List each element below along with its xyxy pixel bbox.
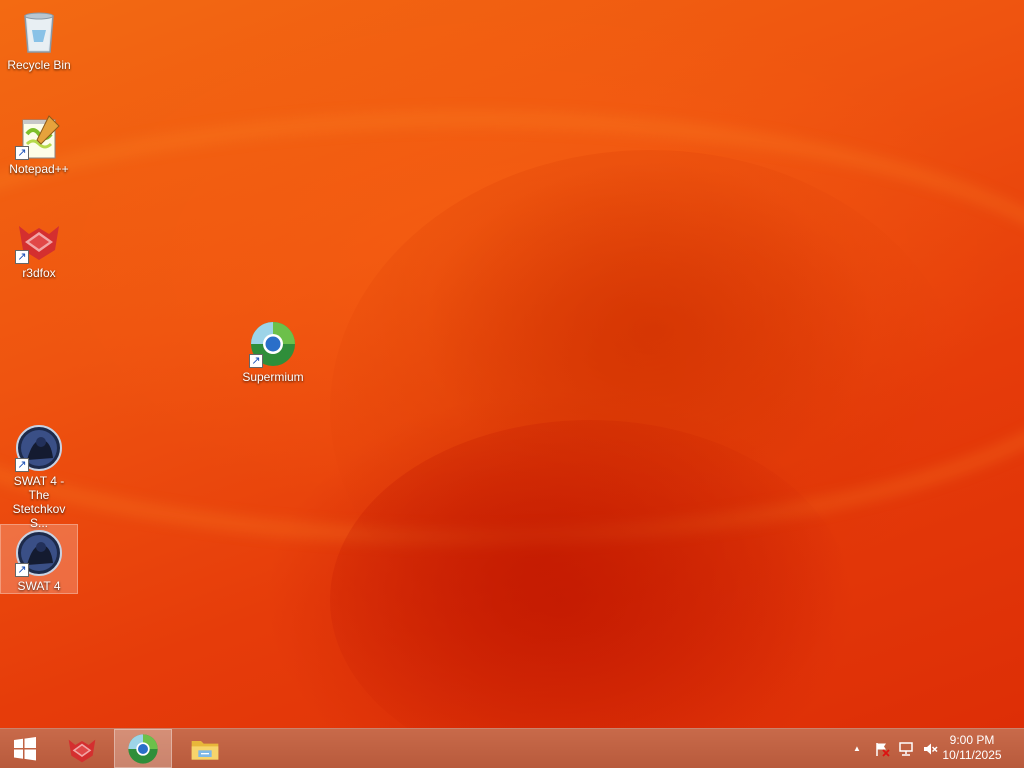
desktop-icon-label: r3dfox bbox=[22, 266, 56, 280]
desktop-icon-recycle-bin[interactable]: Recycle Bin bbox=[1, 4, 77, 75]
desktop-icon-label: Recycle Bin bbox=[7, 58, 71, 72]
start-button[interactable] bbox=[0, 730, 50, 767]
desktop-icon-notepad-plus-plus[interactable]: ↗ Notepad++ bbox=[1, 108, 77, 179]
taskbar-r3dfox-button[interactable] bbox=[54, 730, 110, 767]
file-explorer-icon bbox=[191, 740, 219, 760]
wallpaper-swirl-center bbox=[330, 150, 970, 670]
action-center-button[interactable] bbox=[872, 729, 892, 768]
supermium-icon: ↗ bbox=[249, 320, 297, 368]
clock-date: 10/11/2025 bbox=[942, 748, 1002, 762]
r3dfox-icon: ↗ bbox=[15, 216, 63, 264]
supermium-icon bbox=[128, 733, 158, 764]
desktop-icon-r3dfox[interactable]: ↗ r3dfox bbox=[1, 212, 77, 283]
start-icon bbox=[14, 736, 36, 760]
desktop[interactable]: Recycle Bin ↗ Notepad++ ↗ r3dfox ↗ Super… bbox=[0, 0, 1024, 728]
show-hidden-icons-button[interactable]: ▲ bbox=[848, 729, 866, 768]
recycle-bin-icon bbox=[15, 8, 63, 56]
shortcut-arrow-icon: ↗ bbox=[15, 250, 29, 264]
desktop-icon-supermium[interactable]: ↗ Supermium bbox=[235, 316, 311, 387]
network-icon bbox=[899, 741, 913, 756]
desktop-icon-label: Notepad++ bbox=[9, 162, 69, 176]
taskbar-file-explorer-button[interactable] bbox=[177, 730, 233, 767]
desktop-icon-swat4-stetchkov[interactable]: ↗ SWAT 4 - The Stetchkov S... bbox=[1, 420, 77, 533]
clock-time: 9:00 PM bbox=[949, 733, 995, 747]
desktop-icon-swat4[interactable]: ↗ SWAT 4 bbox=[0, 524, 78, 594]
shortcut-arrow-icon: ↗ bbox=[249, 354, 263, 368]
wallpaper-swirl-lower bbox=[330, 420, 850, 728]
wallpaper-swirl-outer bbox=[0, 110, 1024, 546]
taskbar-clock[interactable]: 9:00 PM 10/11/2025 bbox=[932, 733, 1012, 763]
action-center-flag-icon bbox=[876, 742, 890, 757]
network-button[interactable] bbox=[896, 729, 916, 768]
taskbar-supermium-button[interactable] bbox=[114, 729, 172, 768]
shortcut-arrow-icon: ↗ bbox=[15, 563, 29, 577]
desktop-icon-label: SWAT 4 bbox=[17, 579, 61, 593]
r3dfox-icon bbox=[68, 739, 96, 762]
desktop-icon-label: Supermium bbox=[242, 370, 304, 384]
chevron-up-icon: ▲ bbox=[853, 744, 861, 753]
swat4-icon: ↗ bbox=[15, 529, 63, 577]
shortcut-arrow-icon: ↗ bbox=[15, 146, 29, 160]
taskbar: ▲ 9:00 PM 10/11/2025 bbox=[0, 728, 1024, 768]
shortcut-arrow-icon: ↗ bbox=[15, 458, 29, 472]
notepad-plus-plus-icon: ↗ bbox=[15, 112, 63, 160]
swat4-stetchkov-icon: ↗ bbox=[15, 424, 63, 472]
